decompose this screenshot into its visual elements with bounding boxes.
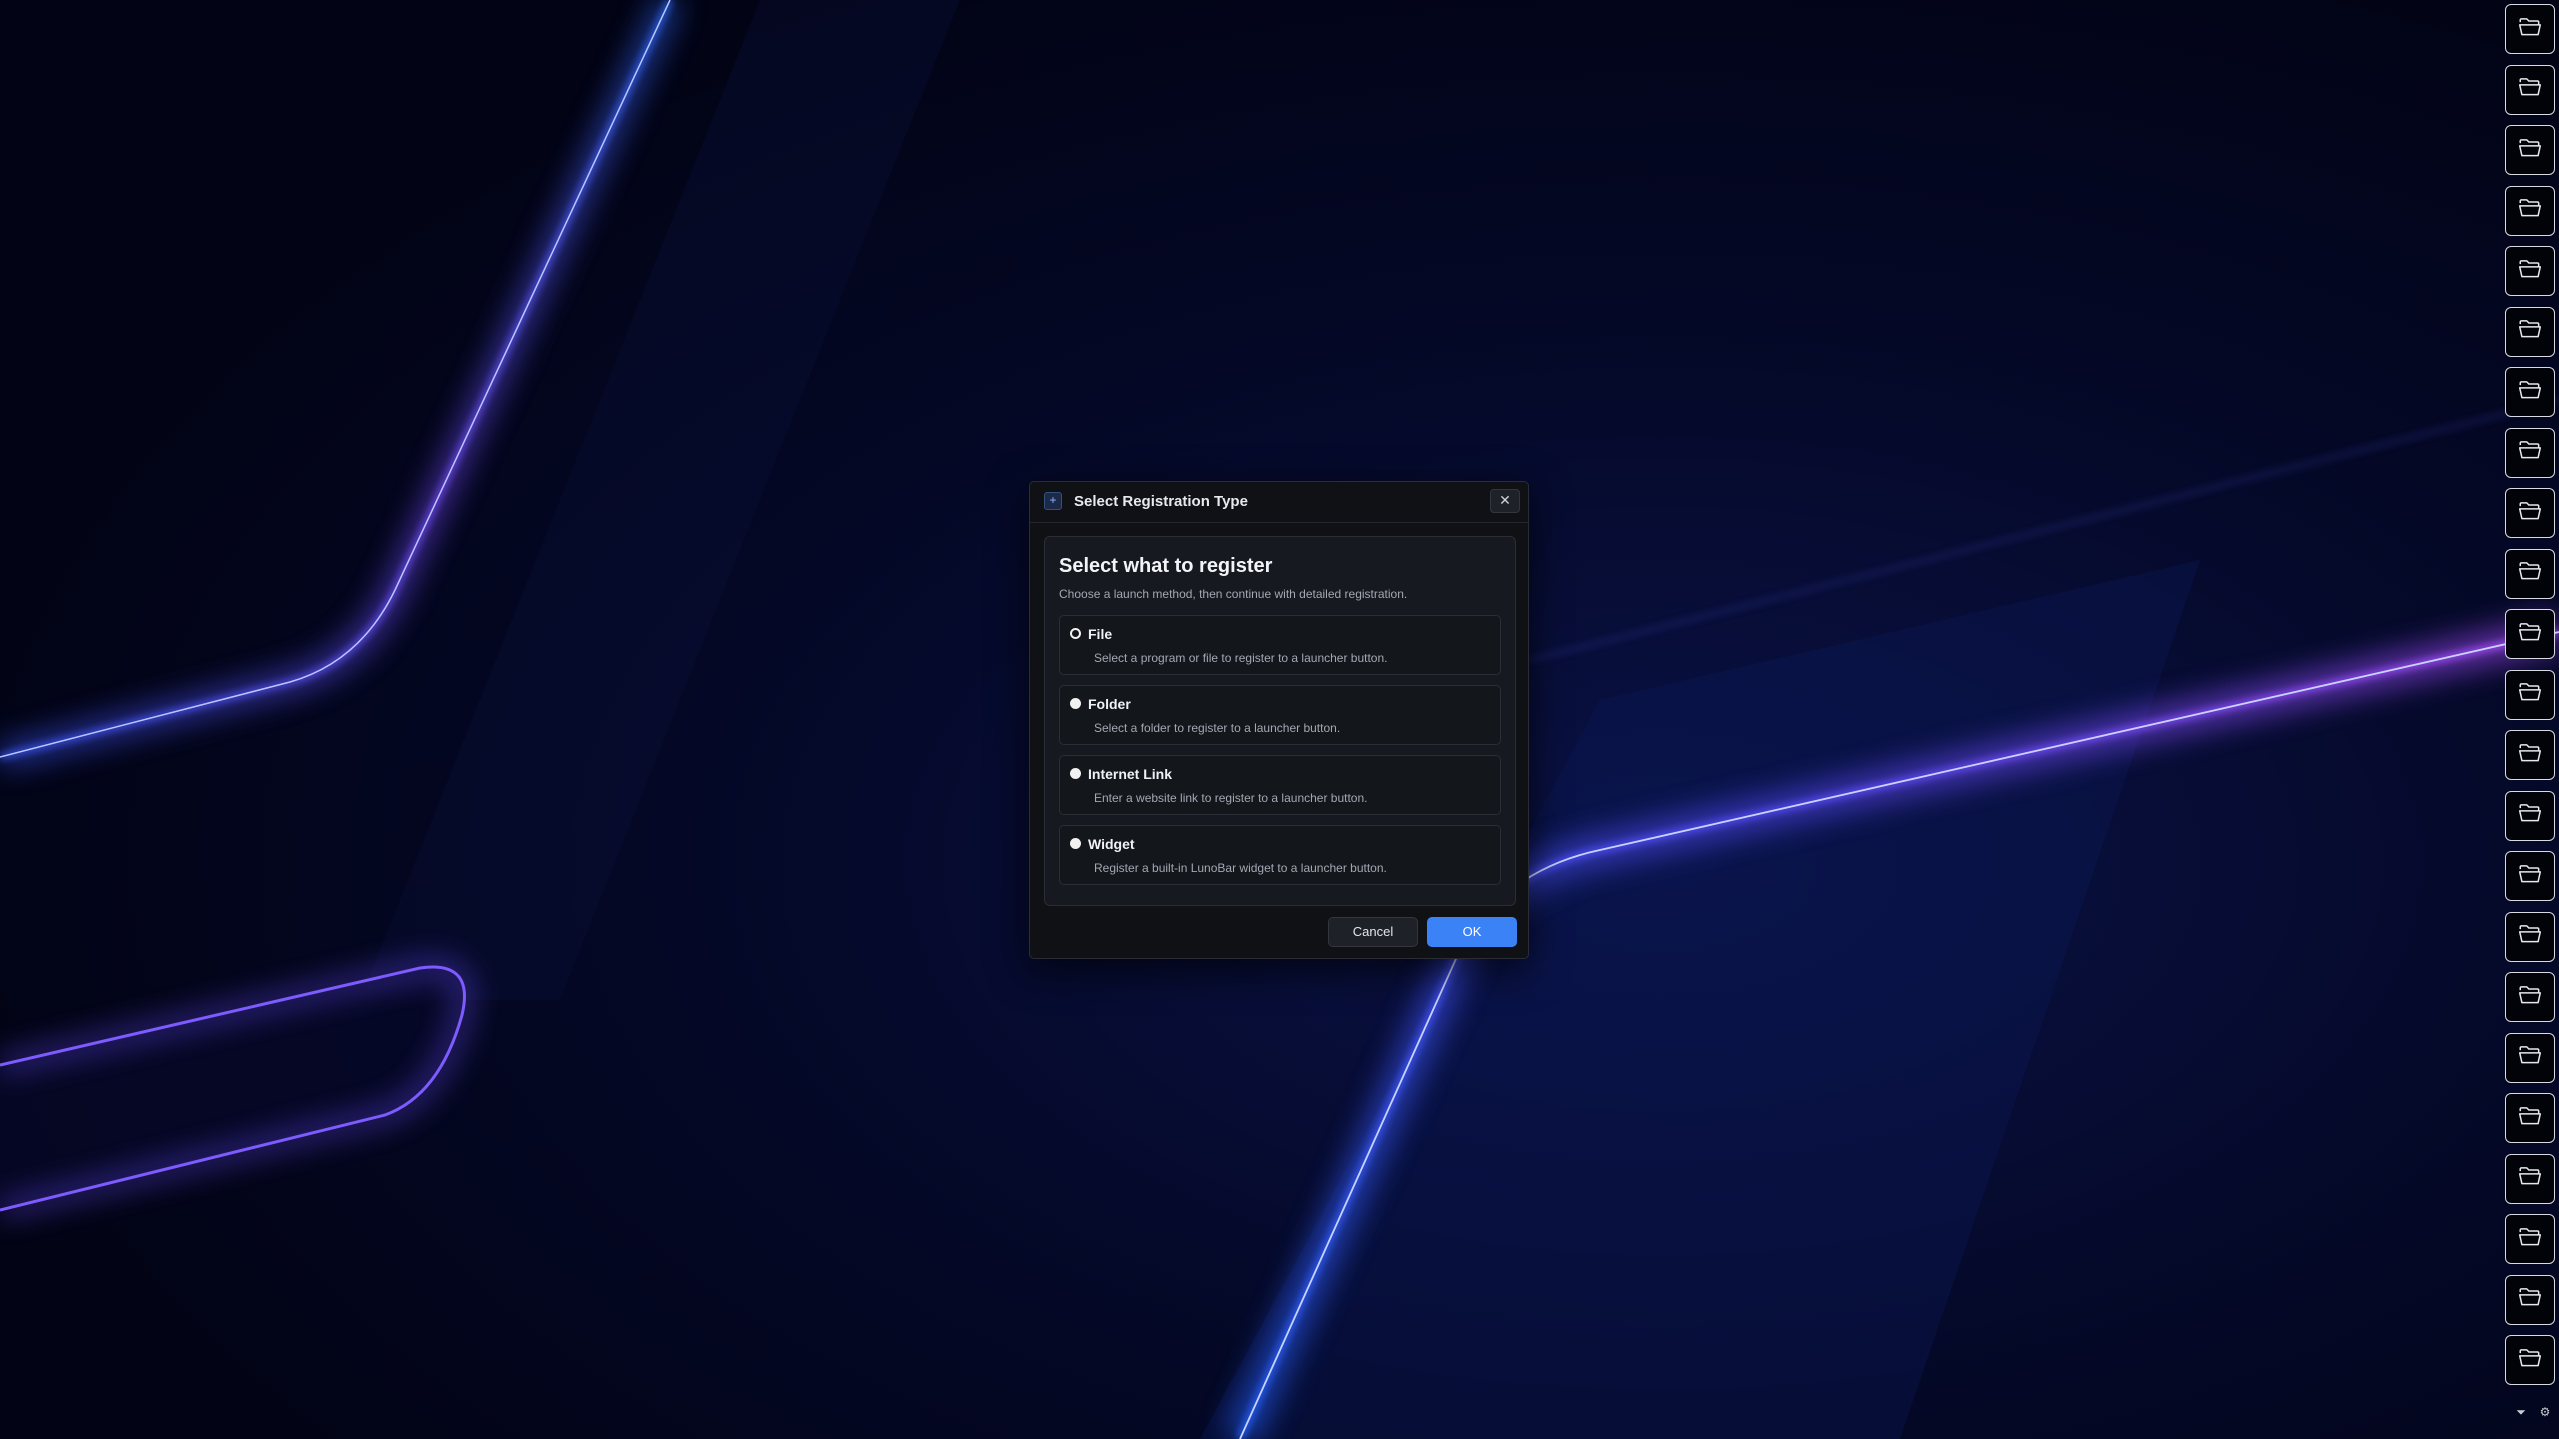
launcher-button[interactable] — [2505, 4, 2555, 54]
open-folder-icon — [2517, 982, 2543, 1013]
option-widget[interactable]: Widget Register a built-in LunoBar widge… — [1059, 825, 1501, 885]
launcher-button[interactable] — [2505, 1153, 2555, 1204]
dialog-title: Select Registration Type — [1074, 493, 1248, 510]
open-folder-icon — [2517, 256, 2543, 287]
radio-file[interactable] — [1070, 628, 1081, 639]
launcher-button[interactable] — [2505, 1335, 2555, 1385]
launcher-button[interactable] — [2505, 246, 2555, 296]
launcher-button[interactable] — [2505, 1093, 2555, 1143]
open-folder-icon — [2517, 498, 2543, 529]
option-label: Widget — [1088, 836, 1135, 852]
open-folder-icon — [2517, 74, 2543, 105]
panel-subheading: Choose a launch method, then continue wi… — [1059, 587, 1408, 601]
app-icon: + — [1044, 492, 1062, 510]
launcher-button[interactable] — [2505, 1214, 2555, 1264]
option-description: Select a program or file to register to … — [1094, 651, 1388, 665]
launcher-button[interactable] — [2505, 185, 2555, 236]
launcher-button[interactable] — [2505, 669, 2555, 720]
radio-internet-link[interactable] — [1070, 768, 1081, 779]
settings-icon[interactable]: ⚙ — [2537, 1404, 2553, 1420]
panel-heading: Select what to register — [1059, 555, 1273, 577]
option-file[interactable]: File Select a program or file to registe… — [1059, 615, 1501, 675]
open-folder-icon — [2517, 1163, 2543, 1194]
open-folder-icon — [2517, 1103, 2543, 1134]
launcher-button[interactable] — [2505, 851, 2555, 901]
dialog-titlebar: + Select Registration Type ✕ — [1030, 482, 1528, 523]
radio-widget[interactable] — [1070, 838, 1081, 849]
radio-folder[interactable] — [1070, 698, 1081, 709]
launcher-button[interactable] — [2505, 488, 2555, 538]
open-folder-icon — [2517, 14, 2543, 45]
open-folder-icon — [2517, 1345, 2543, 1376]
open-folder-icon — [2517, 195, 2543, 226]
close-icon: ✕ — [1499, 492, 1511, 508]
open-folder-icon — [2517, 800, 2543, 831]
launcher-button[interactable] — [2505, 1274, 2555, 1325]
open-folder-icon — [2517, 861, 2543, 892]
option-label: Folder — [1088, 696, 1131, 712]
option-description: Enter a website link to register to a la… — [1094, 791, 1368, 805]
launcher-button[interactable] — [2505, 1032, 2555, 1083]
option-label: Internet Link — [1088, 766, 1173, 782]
open-folder-icon — [2517, 1042, 2543, 1073]
open-folder-icon — [2517, 921, 2543, 952]
open-folder-icon — [2517, 679, 2543, 710]
open-folder-icon — [2517, 437, 2543, 468]
options-panel: Select what to register Choose a launch … — [1044, 536, 1516, 906]
launcher-button[interactable] — [2505, 730, 2555, 780]
option-description: Register a built-in LunoBar widget to a … — [1094, 861, 1387, 875]
launcher-button[interactable] — [2505, 306, 2555, 357]
open-folder-icon — [2517, 316, 2543, 347]
launcher-button[interactable] — [2505, 367, 2555, 417]
launcher-button[interactable] — [2505, 972, 2555, 1022]
launcher-button[interactable] — [2505, 548, 2555, 599]
option-label: File — [1088, 626, 1113, 642]
option-internet-link[interactable]: Internet Link Enter a website link to re… — [1059, 755, 1501, 815]
open-folder-icon — [2517, 135, 2543, 166]
cancel-button[interactable]: Cancel — [1328, 917, 1418, 947]
ok-button[interactable]: OK — [1427, 917, 1517, 947]
collapse-icon[interactable]: ⏷ — [2513, 1404, 2529, 1420]
open-folder-icon — [2517, 740, 2543, 771]
option-description: Select a folder to register to a launche… — [1094, 721, 1341, 735]
open-folder-icon — [2517, 1224, 2543, 1255]
open-folder-icon — [2517, 619, 2543, 650]
launcher-button[interactable] — [2505, 911, 2555, 962]
launcher-button[interactable] — [2505, 427, 2555, 478]
open-folder-icon — [2517, 377, 2543, 408]
close-button[interactable]: ✕ — [1490, 489, 1520, 513]
open-folder-icon — [2517, 1284, 2543, 1315]
launcher-button[interactable] — [2505, 790, 2555, 841]
launcher-button[interactable] — [2505, 64, 2555, 115]
launcher-button[interactable] — [2505, 125, 2555, 175]
option-folder[interactable]: Folder Select a folder to register to a … — [1059, 685, 1501, 745]
launcher-bar: ⏷ ⚙ — [2505, 0, 2559, 1439]
launcher-button[interactable] — [2505, 609, 2555, 659]
open-folder-icon — [2517, 558, 2543, 589]
registration-type-dialog: + Select Registration Type ✕ Select what… — [1029, 481, 1529, 959]
